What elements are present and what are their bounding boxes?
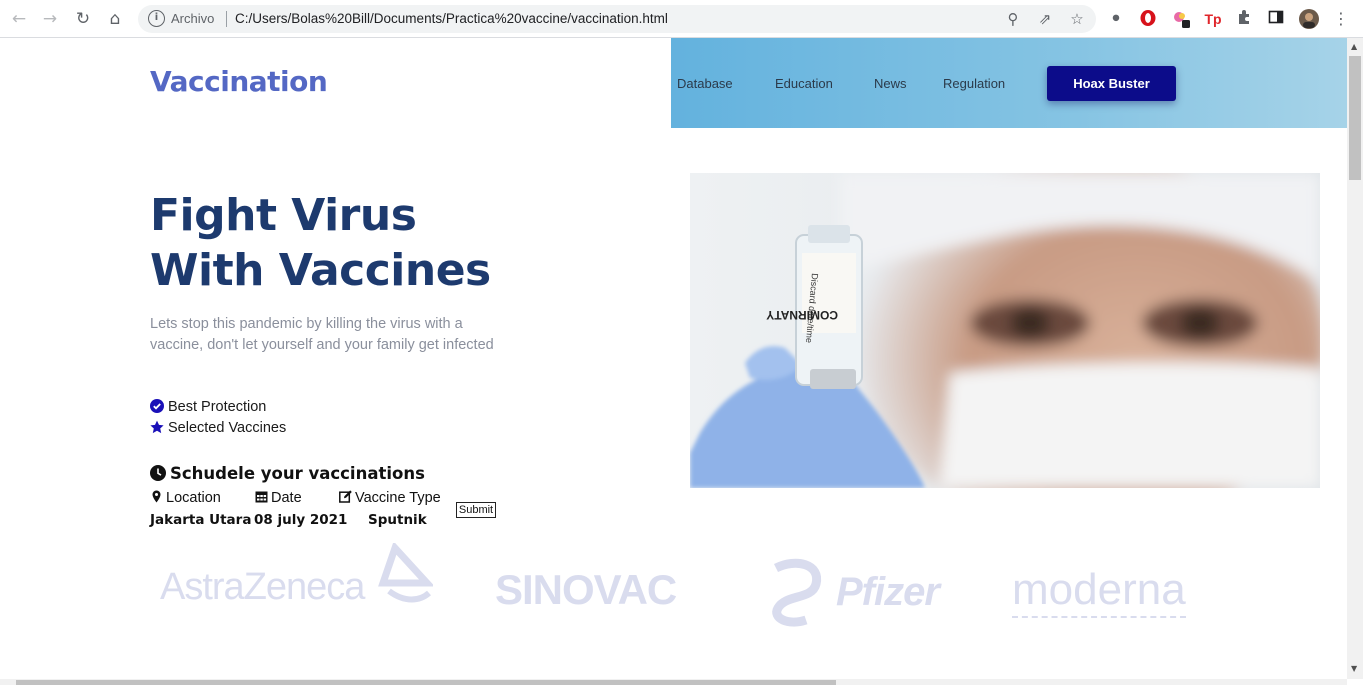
side-panel-icon[interactable] bbox=[1266, 9, 1286, 29]
hero-title: Fight Virus With Vaccines bbox=[150, 188, 491, 298]
schedule-title: Schudele your vaccinations bbox=[150, 464, 425, 483]
share-icon[interactable]: ⇗ bbox=[1036, 10, 1054, 28]
nav-link-database[interactable]: Database bbox=[677, 76, 733, 91]
opera-extension-icon[interactable] bbox=[1138, 9, 1158, 29]
hero-description: Lets stop this pandemic by killing the v… bbox=[150, 316, 494, 353]
check-circle-icon bbox=[150, 399, 164, 413]
address-label: Archivo bbox=[171, 11, 215, 26]
tp-extension-icon[interactable]: Tp bbox=[1203, 9, 1223, 29]
feature-label: Best Protection bbox=[168, 399, 267, 415]
calendar-icon bbox=[255, 491, 268, 503]
extensions-puzzle-icon[interactable] bbox=[1235, 9, 1255, 29]
pfizer-symbol-icon bbox=[772, 558, 822, 627]
nav-link-news[interactable]: News bbox=[874, 76, 907, 91]
info-icon[interactable]: i bbox=[148, 10, 165, 27]
reload-icon[interactable]: ↻ bbox=[72, 8, 94, 30]
browser-toolbar: ← → ↻ ⌂ i Archivo C:/Users/Bolas%20Bill/… bbox=[0, 0, 1363, 38]
feature-label: Selected Vaccines bbox=[168, 420, 287, 436]
home-icon[interactable]: ⌂ bbox=[104, 8, 126, 30]
vaccine-type-label: Vaccine Type bbox=[339, 490, 441, 506]
address-bar[interactable]: i Archivo C:/Users/Bolas%20Bill/Document… bbox=[138, 5, 1096, 33]
horizontal-scrollbar[interactable] bbox=[0, 679, 1347, 685]
edit-icon bbox=[339, 490, 352, 503]
schedule-title-text: Schudele your vaccinations bbox=[170, 464, 425, 483]
color-extension-icon[interactable] bbox=[1171, 9, 1191, 29]
scroll-down-arrow-icon[interactable]: ▼ bbox=[1351, 665, 1357, 673]
star-icon bbox=[150, 420, 164, 434]
bookmark-star-icon[interactable]: ☆ bbox=[1068, 10, 1086, 28]
scroll-up-arrow-icon[interactable]: ▲ bbox=[1351, 43, 1357, 51]
brand-logo[interactable]: Vaccination bbox=[150, 65, 328, 98]
horizontal-scroll-thumb[interactable] bbox=[16, 680, 836, 685]
astrazeneca-symbol-icon bbox=[378, 543, 433, 603]
hero-title-line2: With Vaccines bbox=[150, 245, 491, 296]
vaccine-type-label-text: Vaccine Type bbox=[355, 490, 441, 506]
forward-arrow-icon[interactable]: → bbox=[39, 8, 61, 30]
vertical-scrollbar[interactable]: ▲ ▼ bbox=[1347, 38, 1363, 679]
moderna-logo: moderna bbox=[1012, 566, 1186, 618]
back-arrow-icon[interactable]: ← bbox=[8, 8, 30, 30]
submit-button[interactable]: Submit bbox=[456, 502, 496, 518]
location-label: Location bbox=[150, 490, 221, 506]
clock-icon bbox=[150, 465, 166, 481]
top-nav: Database Education News Regulation Hoax … bbox=[671, 38, 1347, 128]
sinovac-logo: SINOVAC bbox=[495, 566, 677, 613]
zoom-icon[interactable]: ⚲ bbox=[1004, 10, 1022, 28]
astrazeneca-logo: AstraZeneca bbox=[160, 566, 365, 608]
hero-title-line1: Fight Virus bbox=[150, 190, 417, 241]
location-value[interactable]: Jakarta Utara bbox=[150, 512, 251, 528]
menu-kebab-icon[interactable]: ⋮ bbox=[1331, 9, 1351, 29]
feature-best-protection: Best Protection bbox=[150, 399, 266, 415]
date-label: Date bbox=[255, 490, 302, 506]
map-marker-icon bbox=[152, 490, 161, 503]
hero-image: Discard date/time COMIRNATY bbox=[690, 173, 1320, 488]
feature-selected-vaccines: Selected Vaccines bbox=[150, 420, 286, 436]
address-url[interactable]: C:/Users/Bolas%20Bill/Documents/Practica… bbox=[235, 11, 668, 26]
vertical-scroll-thumb[interactable] bbox=[1349, 56, 1361, 180]
date-value[interactable]: 08 july 2021 bbox=[254, 512, 347, 528]
hoax-buster-button[interactable]: Hoax Buster bbox=[1047, 66, 1176, 101]
lightbulb-extension-icon[interactable]: ⚫ bbox=[1106, 9, 1126, 29]
nav-link-regulation[interactable]: Regulation bbox=[943, 76, 1005, 91]
vial-label: COMIRNATY bbox=[766, 308, 838, 322]
page: Vaccination Database Education News Regu… bbox=[0, 38, 1347, 679]
pfizer-logo: Pfizer bbox=[836, 570, 940, 614]
nurse-vaccine-illustration: Discard date/time COMIRNATY bbox=[690, 173, 1320, 488]
location-label-text: Location bbox=[166, 490, 221, 506]
profile-avatar[interactable] bbox=[1299, 9, 1319, 29]
address-divider bbox=[226, 11, 227, 27]
nav-link-education[interactable]: Education bbox=[775, 76, 833, 91]
vaccine-type-value[interactable]: Sputnik bbox=[368, 512, 427, 528]
date-label-text: Date bbox=[271, 490, 302, 506]
